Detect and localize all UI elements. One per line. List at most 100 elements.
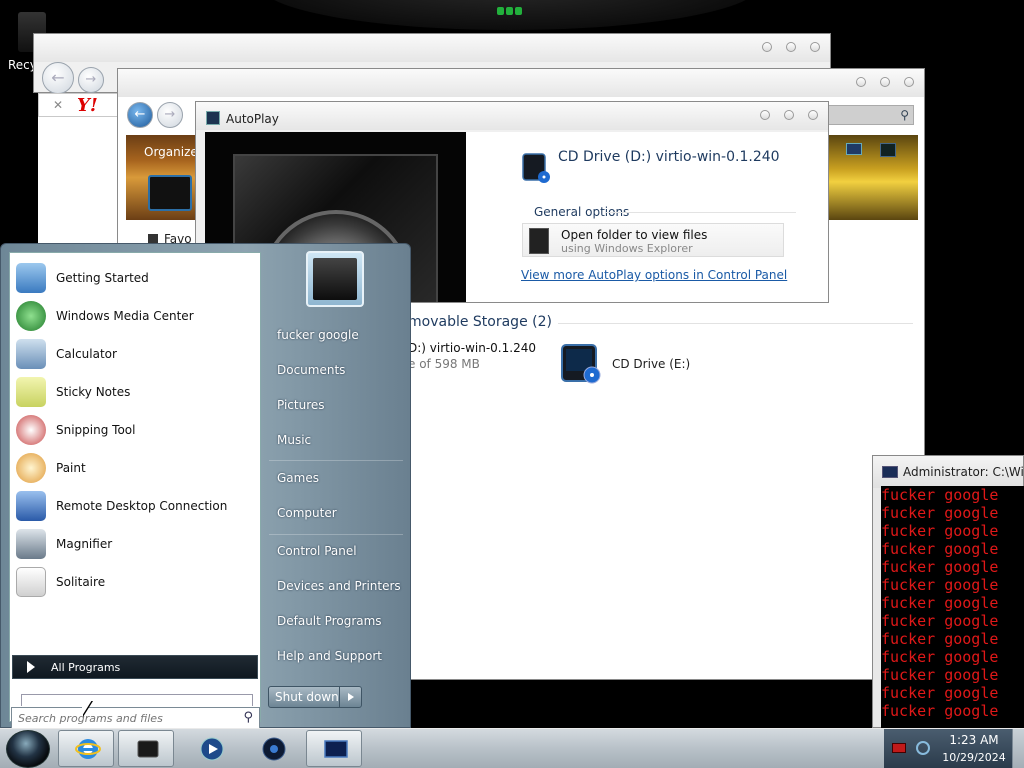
start-button[interactable]: [6, 730, 50, 768]
show-desktop-button[interactable]: [1012, 729, 1024, 768]
cmd-line: fucker google: [881, 684, 999, 702]
shutdown-options-arrow-icon[interactable]: [339, 687, 361, 707]
program-label: Calculator: [56, 347, 117, 361]
remote-desktop-icon: [16, 491, 46, 521]
minimize-button[interactable]: [762, 42, 772, 52]
mouse-cursor-icon: [82, 700, 92, 716]
forward-arrow-icon[interactable]: →: [156, 102, 183, 128]
maximize-button[interactable]: [784, 110, 794, 120]
search-icon[interactable]: ⚲: [900, 108, 909, 122]
snipping-tool-icon: [16, 415, 46, 445]
explorer-nav-buttons: ← →: [127, 102, 183, 128]
user-avatar[interactable]: [306, 251, 364, 307]
start-search-box[interactable]: ⚲: [11, 707, 260, 729]
autoplay-titlebar[interactable]: AutoPlay: [196, 102, 828, 130]
back-arrow-icon[interactable]: ←: [42, 62, 74, 94]
all-programs-button[interactable]: All Programs: [12, 655, 258, 679]
organize-button[interactable]: Organize: [144, 145, 198, 159]
start-control-panel[interactable]: Control Panel: [277, 544, 357, 558]
program-label: Solitaire: [56, 575, 106, 589]
cmd-line: fucker google: [881, 540, 999, 558]
cmd-line: fucker google: [881, 576, 999, 594]
program-label: Windows Media Center: [56, 309, 194, 323]
program-remote-desktop[interactable]: Remote Desktop Connection: [14, 487, 258, 523]
view-options-icon[interactable]: [846, 143, 862, 155]
cmd-titlebar[interactable]: Administrator: C:\Wind: [873, 456, 1024, 488]
back-arrow-icon[interactable]: ←: [127, 102, 153, 128]
folder-icon: [529, 228, 549, 254]
open-folder-option[interactable]: Open folder to view files using Windows …: [522, 223, 784, 257]
start-devices-printers[interactable]: Devices and Printers: [277, 579, 401, 593]
ie-favorites-bar: ✕ Y!: [38, 93, 128, 117]
forward-arrow-icon[interactable]: →: [77, 67, 104, 93]
close-tab-icon[interactable]: ✕: [53, 98, 63, 112]
start-computer[interactable]: Computer: [277, 506, 337, 520]
program-sticky-notes[interactable]: Sticky Notes: [14, 373, 258, 409]
program-calculator[interactable]: Calculator: [14, 335, 258, 371]
sticky-notes-icon: [16, 377, 46, 407]
program-label: Sticky Notes: [56, 385, 131, 399]
ie-window-controls: [762, 42, 820, 52]
getting-started-icon: [16, 263, 46, 293]
cd-drive-icon[interactable]: [558, 339, 604, 385]
program-paint[interactable]: Paint: [14, 449, 258, 485]
close-button[interactable]: [810, 42, 820, 52]
program-windows-media-center[interactable]: Windows Media Center: [14, 297, 258, 333]
program-getting-started[interactable]: Getting Started: [14, 259, 258, 295]
cmd-line: fucker google: [881, 486, 999, 504]
command-prompt-window[interactable]: Administrator: C:\Wind fucker google fuc…: [872, 455, 1024, 729]
program-solitaire[interactable]: Solitaire: [14, 563, 258, 599]
taskbar-command-prompt[interactable]: [306, 730, 362, 767]
computer-monitor-icon: [148, 175, 192, 211]
preview-pane-icon[interactable]: [880, 143, 896, 157]
action-center-flag-icon[interactable]: [892, 743, 906, 753]
close-button[interactable]: [808, 110, 818, 120]
shutdown-button[interactable]: Shut down: [268, 686, 362, 708]
start-documents[interactable]: Documents: [277, 363, 345, 377]
clock-time[interactable]: 1:23 AM: [942, 733, 1006, 747]
start-help-support[interactable]: Help and Support: [277, 649, 382, 663]
start-user-name[interactable]: fucker google: [277, 328, 359, 342]
taskbar-media-player[interactable]: [182, 730, 238, 767]
minimize-button[interactable]: [856, 77, 866, 87]
device-free-space: e of 598 MB: [408, 357, 480, 371]
search-icon[interactable]: ⚲: [243, 710, 253, 725]
section-divider: [606, 212, 796, 213]
taskbar-internet-explorer[interactable]: [58, 730, 114, 767]
clock-date[interactable]: 10/29/2024: [942, 751, 1006, 764]
minimize-button[interactable]: [760, 110, 770, 120]
shutdown-label: Shut down: [275, 690, 339, 704]
program-magnifier[interactable]: Magnifier: [14, 525, 258, 561]
start-pictures[interactable]: Pictures: [277, 398, 325, 412]
ie-nav-buttons: ← →: [42, 62, 104, 94]
maximize-button[interactable]: [880, 77, 890, 87]
taskbar-media-center[interactable]: [244, 730, 300, 767]
network-icon[interactable]: [916, 741, 930, 755]
search-field-top: [21, 694, 253, 706]
menu-separator: [269, 460, 403, 461]
cmd-line: fucker google: [881, 702, 999, 720]
cmd-output[interactable]: fucker google fucker google fucker googl…: [881, 486, 1024, 729]
taskbar-explorer[interactable]: [118, 730, 174, 767]
device-cd-drive-e[interactable]: CD Drive (E:): [612, 357, 690, 371]
command-prompt-icon: [324, 740, 348, 758]
autoplay-window-controls: [760, 110, 818, 120]
drive-title: CD Drive (D:) virtio-win-0.1.240: [558, 149, 780, 165]
explorer-titlebar[interactable]: [118, 69, 924, 97]
maximize-button[interactable]: [786, 42, 796, 52]
program-label: Magnifier: [56, 537, 113, 551]
close-button[interactable]: [904, 77, 914, 87]
ie-titlebar[interactable]: [34, 34, 830, 62]
start-music[interactable]: Music: [277, 433, 311, 447]
start-menu: Getting Started Windows Media Center Cal…: [0, 243, 411, 729]
start-search-input[interactable]: [18, 710, 228, 726]
more-autoplay-options-link[interactable]: View more AutoPlay options in Control Pa…: [521, 268, 787, 282]
explorer-window-controls: [856, 77, 914, 87]
cmd-line: fucker google: [881, 558, 999, 576]
device-virtio-drive[interactable]: D:) virtio-win-0.1.240 e of 598 MB: [408, 341, 536, 371]
yahoo-logo-icon[interactable]: Y!: [77, 95, 98, 116]
start-games[interactable]: Games: [277, 471, 319, 485]
program-label: Snipping Tool: [56, 423, 136, 437]
program-snipping-tool[interactable]: Snipping Tool: [14, 411, 258, 447]
start-default-programs[interactable]: Default Programs: [277, 614, 382, 628]
